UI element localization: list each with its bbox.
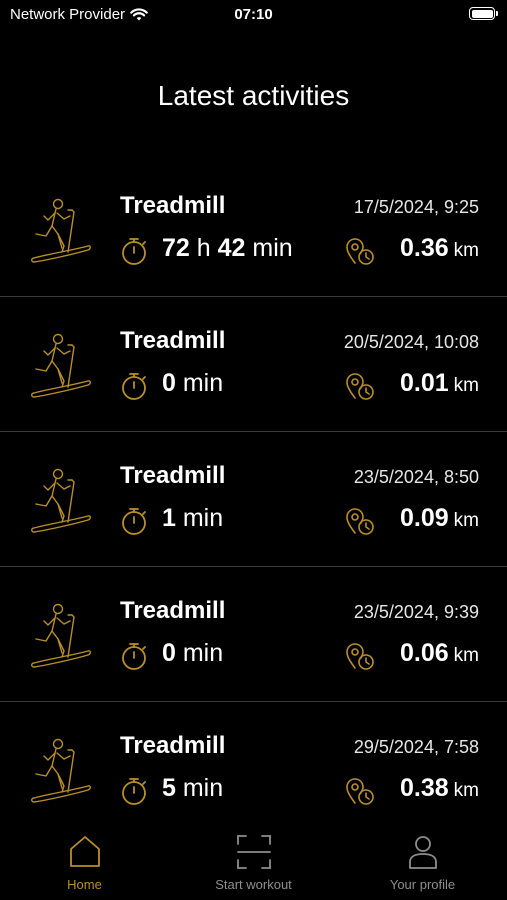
treadmill-runner-icon (28, 736, 92, 806)
activity-distance: 0.38 km (400, 774, 479, 803)
tab-label: Home (67, 877, 102, 892)
treadmill-runner-icon (28, 601, 92, 671)
activity-date: 20/5/2024, 10:08 (343, 332, 479, 352)
location-pin-icon (345, 371, 377, 401)
activity-distance: 0.01 km (400, 369, 479, 398)
home-icon (69, 836, 100, 867)
activity-name: Treadmill (120, 732, 226, 759)
activity-name: Treadmill (120, 462, 226, 489)
status-time: 07:10 (234, 6, 273, 23)
distance-value: 0.09 (400, 504, 449, 532)
treadmill-runner-icon (28, 196, 92, 266)
status-bar: Network Provider 07:10 (0, 0, 507, 32)
profile-icon (408, 836, 437, 869)
stopwatch-icon (120, 236, 148, 266)
tab-label: Start workout (215, 877, 292, 892)
distance-value: 0.38 (400, 774, 449, 802)
tab-label: Your profile (389, 877, 456, 892)
stopwatch-icon (120, 641, 148, 671)
tab-bar: Home Start workout Your profile (0, 822, 507, 900)
activity-row[interactable]: Treadmill 20/5/2024, 10:08 0 min 0.01 km (0, 297, 507, 432)
battery-icon (469, 7, 498, 20)
page-title: Latest activities (157, 80, 350, 111)
tab-home[interactable]: Home (0, 822, 169, 900)
treadmill-runner-icon (28, 331, 92, 401)
distance-value: 0.06 (400, 639, 449, 667)
activity-duration: 5 min (162, 774, 224, 802)
treadmill-runner-icon (28, 466, 92, 536)
distance-unit: km (453, 510, 479, 531)
activity-distance: 0.06 km (400, 639, 479, 668)
activity-name: Treadmill (120, 192, 226, 219)
activity-row[interactable]: Treadmill 23/5/2024, 8:50 1 min 0.09 km (0, 432, 507, 567)
activity-date: 23/5/2024, 8:50 (353, 467, 479, 487)
location-pin-icon (345, 641, 377, 671)
activity-duration: 72 h 42 min (162, 234, 293, 262)
activity-date: 29/5/2024, 7:58 (353, 737, 479, 757)
activity-date: 23/5/2024, 9:39 (353, 602, 479, 622)
location-pin-icon (345, 776, 377, 806)
activity-duration: 1 min (162, 504, 224, 532)
stopwatch-icon (120, 371, 148, 401)
activity-date: 17/5/2024, 9:25 (353, 197, 479, 217)
activity-name: Treadmill (120, 597, 226, 624)
activity-name: Treadmill (120, 327, 226, 354)
activity-row[interactable]: Treadmill 23/5/2024, 9:39 0 min 0.06 km (0, 567, 507, 702)
activity-duration: 0 min (162, 369, 224, 397)
distance-value: 0.01 (400, 369, 449, 397)
activity-distance: 0.36 km (400, 234, 479, 263)
activity-row[interactable]: Treadmill 29/5/2024, 7:58 5 min 0.38 km (0, 702, 507, 822)
distance-unit: km (453, 780, 479, 801)
distance-unit: km (453, 240, 479, 261)
activity-distance: 0.09 km (400, 504, 479, 533)
distance-unit: km (453, 645, 479, 666)
activity-row[interactable]: Treadmill 17/5/2024, 9:25 72 h 42 min 0.… (0, 162, 507, 297)
tab-your-profile[interactable]: Your profile (338, 822, 507, 900)
distance-value: 0.36 (400, 234, 449, 262)
scan-icon (236, 835, 271, 869)
tab-start-workout[interactable]: Start workout (169, 822, 338, 900)
stopwatch-icon (120, 776, 148, 806)
location-pin-icon (345, 506, 377, 536)
activity-duration: 0 min (162, 639, 224, 667)
location-pin-icon (345, 236, 377, 266)
activity-list[interactable]: Treadmill 17/5/2024, 9:25 72 h 42 min 0.… (0, 162, 507, 822)
distance-unit: km (453, 375, 479, 396)
stopwatch-icon (120, 506, 148, 536)
